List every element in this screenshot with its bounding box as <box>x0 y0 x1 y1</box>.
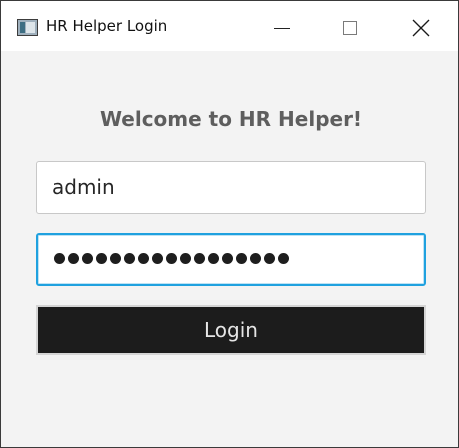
password-dot <box>222 253 233 264</box>
password-dot <box>138 253 149 264</box>
password-dot <box>194 253 205 264</box>
password-dot <box>264 253 275 264</box>
password-dot <box>82 253 93 264</box>
password-dot <box>278 253 289 264</box>
password-dot <box>236 253 247 264</box>
login-button[interactable]: Login <box>36 305 426 355</box>
app-window-icon <box>17 19 38 36</box>
welcome-heading: Welcome to HR Helper! <box>99 107 363 131</box>
password-dot <box>152 253 163 264</box>
minimize-icon <box>274 28 290 29</box>
maximize-button[interactable] <box>328 1 374 51</box>
password-mask <box>54 253 289 265</box>
password-dot <box>68 253 79 264</box>
password-field[interactable] <box>36 233 426 286</box>
login-window: HR Helper Login Welcome to HR Helper! ad… <box>0 0 459 448</box>
password-dot <box>208 253 219 264</box>
password-dot <box>124 253 135 264</box>
password-dot <box>96 253 107 264</box>
minimize-button[interactable] <box>259 1 305 51</box>
username-field[interactable]: admin <box>36 161 426 214</box>
maximize-icon <box>343 21 357 35</box>
login-form: Welcome to HR Helper! admin Login <box>1 51 458 447</box>
password-dot <box>250 253 261 264</box>
close-icon <box>412 19 430 37</box>
close-button[interactable] <box>399 1 445 51</box>
password-dot <box>180 253 191 264</box>
password-dot <box>110 253 121 264</box>
password-dot <box>166 253 177 264</box>
password-dot <box>54 253 65 264</box>
title-bar[interactable]: HR Helper Login <box>1 1 458 51</box>
window-title: HR Helper Login <box>46 17 168 35</box>
